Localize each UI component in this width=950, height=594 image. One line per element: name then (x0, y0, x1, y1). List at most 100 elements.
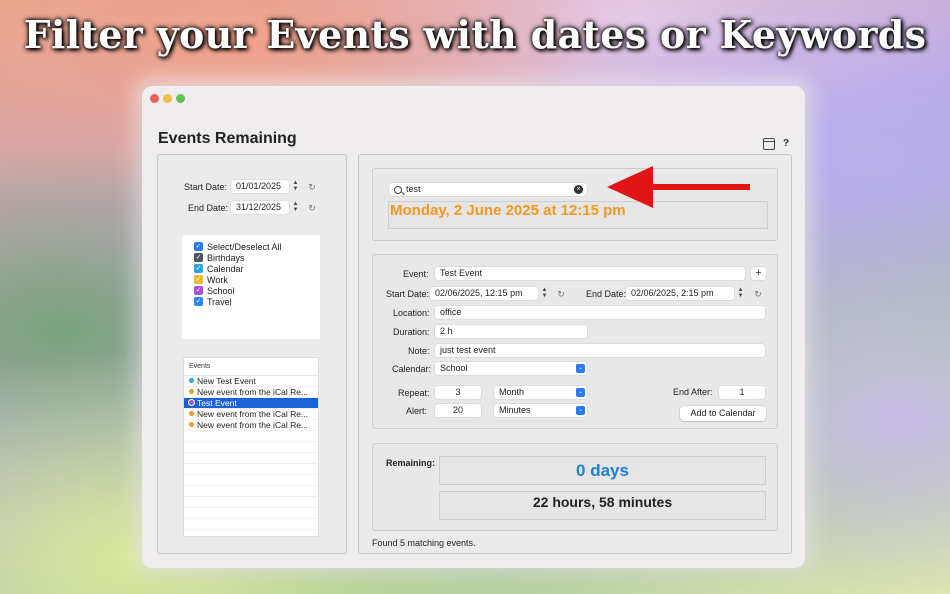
empty-row (184, 519, 318, 530)
calendar-select-value: School (440, 363, 468, 373)
checkbox-checked-icon[interactable]: ✓ (194, 286, 203, 295)
chevron-updown-icon: ⌄ (576, 406, 585, 415)
table-row-selected[interactable]: Test Event (184, 398, 318, 409)
status-text: Found 5 matching events. (372, 538, 476, 548)
end-date-label: End Date: (188, 203, 229, 213)
empty-row (184, 497, 318, 508)
chevron-updown-icon: ⌄ (576, 388, 585, 397)
event-title: New event from the iCal Re... (197, 409, 309, 419)
event-end-date-stepper[interactable]: ▲ ▼ (737, 287, 744, 300)
checkbox-checked-icon[interactable]: ✓ (194, 253, 203, 262)
calendar-color-dot-icon (189, 389, 194, 395)
annotation-arrow-shaft (644, 184, 750, 190)
search-icon (394, 186, 402, 194)
checkbox-checked-icon[interactable]: ✓ (194, 275, 203, 284)
checkbox-checked-icon[interactable]: ✓ (194, 297, 203, 306)
minimize-window-button[interactable] (163, 94, 172, 103)
current-date-display: Monday, 2 June 2025 at 12:15 pm (388, 201, 768, 229)
add-to-calendar-button[interactable]: Add to Calendar (680, 406, 766, 421)
note-field[interactable]: just test event (435, 344, 765, 357)
location-label: Location: (393, 308, 430, 318)
event-detail-group: Event: Test Event + Start Date: 02/06/20… (372, 254, 778, 429)
table-row[interactable]: New event from the iCal Re... (184, 420, 318, 431)
event-title: New event from the iCal Re... (197, 420, 309, 430)
repeat-count-field[interactable]: 3 (435, 386, 481, 399)
end-date-field[interactable]: 31/12/2025 (231, 201, 289, 214)
event-title: New Test Event (197, 376, 256, 386)
table-row[interactable]: New event from the iCal Re... (184, 387, 318, 398)
filter-panel: Start Date: 01/01/2025 ▲ ▼ ↻ End Date: 31… (157, 154, 347, 554)
location-field[interactable]: office (435, 306, 765, 319)
calendar-color-dot-icon (189, 400, 194, 406)
end-after-field[interactable]: 1 (719, 386, 765, 399)
checkbox-checked-icon[interactable]: ✓ (194, 242, 203, 251)
duration-field[interactable]: 2 h (435, 325, 587, 338)
remaining-hours: 22 hours, 58 minutes (439, 491, 766, 520)
search-input[interactable]: test (389, 183, 587, 196)
repeat-label: Repeat: (398, 388, 430, 398)
repeat-unit-select[interactable]: Month ⌄ (494, 386, 587, 399)
calendar-label: Birthdays (207, 252, 245, 263)
remaining-days: 0 days (439, 456, 766, 485)
zoom-window-button[interactable] (176, 94, 185, 103)
calendar-color-dot-icon (189, 411, 194, 417)
table-row[interactable]: New Test Event (184, 376, 318, 387)
calendar-label: Select/Deselect All (207, 241, 282, 252)
event-title: Test Event (197, 398, 237, 408)
table-row[interactable]: New event from the iCal Re... (184, 409, 318, 420)
empty-row (184, 442, 318, 453)
calendar-item-work[interactable]: ✓ Work (194, 274, 228, 285)
empty-row (184, 475, 318, 486)
detail-panel: test × Monday, 2 June 2025 at 12:15 pm E… (358, 154, 792, 554)
add-event-button[interactable]: + (751, 267, 766, 280)
start-date-stepper[interactable]: ▲ ▼ (292, 180, 299, 193)
event-start-date-field[interactable]: 02/06/2025, 12:15 pm (430, 287, 538, 300)
event-start-date-reset-icon[interactable]: ↻ (556, 289, 566, 299)
empty-row (184, 453, 318, 464)
empty-row (184, 486, 318, 497)
calendar-color-dot-icon (189, 378, 194, 384)
close-window-button[interactable] (150, 94, 159, 103)
event-title-field[interactable]: Test Event (435, 267, 745, 280)
sidebar-icon[interactable] (763, 138, 775, 150)
end-date-reset-icon[interactable]: ↻ (307, 203, 317, 213)
help-button[interactable]: ? (780, 138, 792, 150)
alert-unit-value: Minutes (499, 405, 531, 415)
end-date-stepper[interactable]: ▲ ▼ (292, 201, 299, 214)
end-after-label: End After: (673, 387, 713, 397)
event-label: Event: (403, 269, 429, 279)
calendar-label: Calendar: (392, 364, 432, 374)
calendar-color-dot-icon (189, 422, 194, 428)
duration-label: Duration: (393, 327, 430, 337)
clear-search-icon[interactable]: × (574, 185, 583, 194)
events-column-header[interactable]: Events (184, 358, 318, 376)
start-date-label: Start Date: (184, 182, 228, 192)
app-window: Events Remaining ? Start Date: 01/01/202… (142, 86, 805, 568)
event-end-date-reset-icon[interactable]: ↻ (753, 289, 763, 299)
calendar-label: School (207, 285, 235, 296)
search-box-group: test × Monday, 2 June 2025 at 12:15 pm (372, 168, 778, 241)
alert-count-field[interactable]: 20 (435, 404, 481, 417)
calendar-label: Work (207, 274, 228, 285)
calendar-item-school[interactable]: ✓ School (194, 285, 235, 296)
calendar-select[interactable]: School ⌄ (435, 362, 587, 375)
calendar-label: Calendar (207, 263, 244, 274)
event-title: New event from the iCal Re... (197, 387, 309, 397)
event-start-date-stepper[interactable]: ▲ ▼ (541, 287, 548, 300)
calendar-item-select-all[interactable]: ✓ Select/Deselect All (194, 241, 282, 252)
start-date-reset-icon[interactable]: ↻ (307, 182, 317, 192)
event-end-date-field[interactable]: 02/06/2025, 2:15 pm (626, 287, 734, 300)
remaining-group: Remaining: 0 days 22 hours, 58 minutes (372, 443, 778, 531)
calendar-item-travel[interactable]: ✓ Travel (194, 296, 232, 307)
alert-unit-select[interactable]: Minutes ⌄ (494, 404, 587, 417)
window-title: Events Remaining (158, 130, 297, 147)
start-date-field[interactable]: 01/01/2025 (231, 180, 289, 193)
repeat-unit-value: Month (499, 387, 525, 397)
calendar-item-calendar[interactable]: ✓ Calendar (194, 263, 244, 274)
chevron-updown-icon: ⌄ (576, 364, 585, 373)
calendar-label: Travel (207, 296, 232, 307)
events-table[interactable]: Events New Test Event New event from the… (183, 357, 319, 537)
note-label: Note: (408, 346, 430, 356)
calendar-item-birthdays[interactable]: ✓ Birthdays (194, 252, 245, 263)
checkbox-checked-icon[interactable]: ✓ (194, 264, 203, 273)
